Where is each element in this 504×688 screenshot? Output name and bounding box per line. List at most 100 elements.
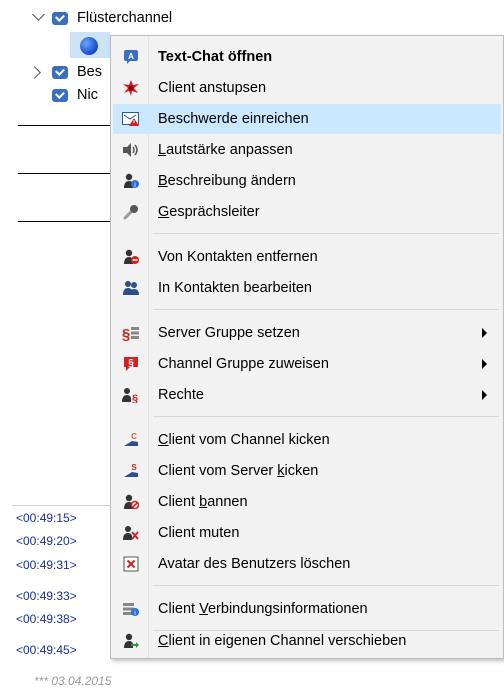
label-rest: lient vom Channel kicken (168, 432, 330, 448)
svg-text:A: A (128, 52, 134, 61)
menu-separator (153, 233, 499, 234)
chat-log[interactable]: <00:49:15> <00:49:20> <00:49:31> <00:49:… (12, 505, 112, 688)
label-rest: autstärke anpassen (166, 142, 293, 158)
tree-channel-row[interactable]: Flüsterchannel (52, 7, 172, 29)
menu-item-label: Beschwerde einreichen (158, 111, 309, 127)
channel-label: Flüsterchannel (77, 10, 173, 26)
svg-text:S: S (131, 463, 137, 472)
menu-item-permissions[interactable]: § Rechte (113, 380, 501, 410)
tree-row-label: Bes (77, 64, 102, 80)
menu-separator (153, 416, 499, 417)
menu-item-label: Client muten (158, 525, 240, 541)
kick-channel-icon: C (122, 431, 140, 449)
tree-row-nic[interactable]: Nic (52, 84, 98, 106)
channel-icon (52, 65, 68, 79)
log-timestamp: <00:49:45> (16, 643, 77, 657)
svg-text:§: § (122, 326, 130, 341)
menu-item-label: Client anstupsen (158, 80, 267, 96)
menu-item-label: In Kontakten bearbeiten (158, 280, 312, 296)
chevron-right-icon[interactable] (28, 66, 41, 79)
label-rest: eschreibung ändern (167, 173, 296, 189)
volume-icon (122, 141, 140, 159)
submenu-arrow-icon (482, 390, 487, 400)
menu-item-label: Client in eigenen Channel verschieben (158, 633, 407, 649)
microphone-icon (122, 203, 140, 221)
menu-item-label: Server Gruppe setzen (158, 325, 300, 341)
kick-server-icon: S (122, 462, 140, 480)
menu-separator (153, 309, 499, 310)
menu-item-label: Beschreibung ändern (158, 173, 296, 189)
menu-item-connection-info[interactable]: i Client Verbindungsinformationen (113, 594, 501, 624)
divider (18, 173, 110, 174)
menu-item-volume[interactable]: Lautstärke anpassen (113, 135, 501, 165)
menu-item-kick-channel[interactable]: C Client vom Channel kicken (113, 425, 501, 455)
edit-description-icon: i (122, 172, 140, 190)
svg-text:§: § (128, 358, 134, 369)
label-rest: lient in eigenen Channel verschieben (168, 633, 407, 649)
divider (18, 125, 110, 126)
menu-item-label: Avatar des Benutzers löschen (158, 556, 351, 572)
label-part: Client vom Server (158, 463, 278, 479)
edit-contact-icon (122, 279, 140, 297)
menu-item-move-client[interactable]: Client in eigenen Channel verschieben (113, 626, 501, 656)
menu-separator (153, 585, 499, 586)
menu-item-remove-contact[interactable]: Von Kontakten entfernen (113, 242, 501, 272)
menu-item-delete-avatar[interactable]: Avatar des Benutzers löschen (113, 549, 501, 579)
log-timestamp: <00:49:15> (16, 511, 77, 525)
log-timestamp: <00:49:31> (16, 558, 77, 572)
text-chat-icon: A (122, 48, 140, 66)
poke-icon (122, 79, 140, 97)
menu-item-text-chat[interactable]: A Text-Chat öffnen (113, 42, 501, 72)
menu-item-label: Text-Chat öffnen (158, 49, 273, 65)
remove-contact-icon (122, 248, 140, 266)
submenu-arrow-icon (482, 359, 487, 369)
menu-item-talk-power[interactable]: Gesprächsleiter (113, 197, 501, 227)
menu-item-ban[interactable]: Client bannen (113, 487, 501, 517)
permissions-icon: § (122, 386, 140, 404)
menu-item-label: Lautstärke anpassen (158, 142, 293, 158)
label-rest: icken (284, 463, 319, 479)
menu-item-label: Von Kontakten entfernen (158, 249, 318, 265)
channel-icon (52, 88, 68, 102)
tree-row-bes[interactable]: Bes (52, 61, 102, 83)
menu-item-label: Channel Gruppe zuweisen (158, 356, 329, 372)
label-rest: annen (207, 494, 248, 510)
menu-item-mute[interactable]: Client muten (113, 518, 501, 548)
label-rest: erbindungsinformationen (207, 601, 368, 617)
connection-info-icon: i (122, 600, 140, 618)
menu-item-label: Client vom Channel kicken (158, 432, 330, 448)
menu-item-server-group[interactable]: § Server Gruppe setzen (113, 318, 501, 348)
menu-item-edit-contact[interactable]: In Kontakten bearbeiten (113, 273, 501, 303)
log-timestamp: <00:49:20> (16, 534, 77, 548)
menu-item-poke[interactable]: Client anstupsen (113, 73, 501, 103)
menu-item-edit-description[interactable]: i Beschreibung ändern (113, 166, 501, 196)
submenu-arrow-icon (482, 328, 487, 338)
menu-item-label: Client vom Server kicken (158, 463, 319, 479)
menu-item-complaint[interactable]: Beschwerde einreichen (113, 104, 501, 134)
mute-icon (122, 524, 140, 542)
chevron-down-icon[interactable] (32, 8, 45, 21)
menu-item-channel-group[interactable]: § Channel Gruppe zuweisen (113, 349, 501, 379)
svg-text:C: C (131, 432, 137, 441)
log-timestamp: <00:49:38> (16, 612, 77, 626)
menu-item-kick-server[interactable]: S Client vom Server kicken (113, 456, 501, 486)
label-part: Client (158, 494, 200, 510)
ban-icon (122, 493, 140, 511)
channel-icon (52, 11, 68, 25)
complaint-icon (122, 110, 140, 128)
context-menu: A Text-Chat öffnen Client anstupsen Besc… (110, 35, 504, 659)
svg-text:§: § (132, 393, 138, 403)
server-group-icon: § (122, 324, 140, 342)
menu-item-label: Gesprächsleiter (158, 204, 260, 220)
label-rest: esprächsleiter (169, 204, 260, 220)
log-date: *** 03.04.2015 (34, 674, 112, 688)
divider (18, 221, 110, 222)
log-timestamp: <00:49:33> (16, 589, 77, 603)
menu-item-label: Client bannen (158, 494, 248, 510)
client-status-icon (80, 37, 98, 55)
menu-item-label: Rechte (158, 387, 204, 403)
channel-group-icon: § (122, 355, 140, 373)
menu-item-label: Client Verbindungsinformationen (158, 601, 368, 617)
move-client-icon (122, 632, 140, 650)
delete-avatar-icon (122, 555, 140, 573)
